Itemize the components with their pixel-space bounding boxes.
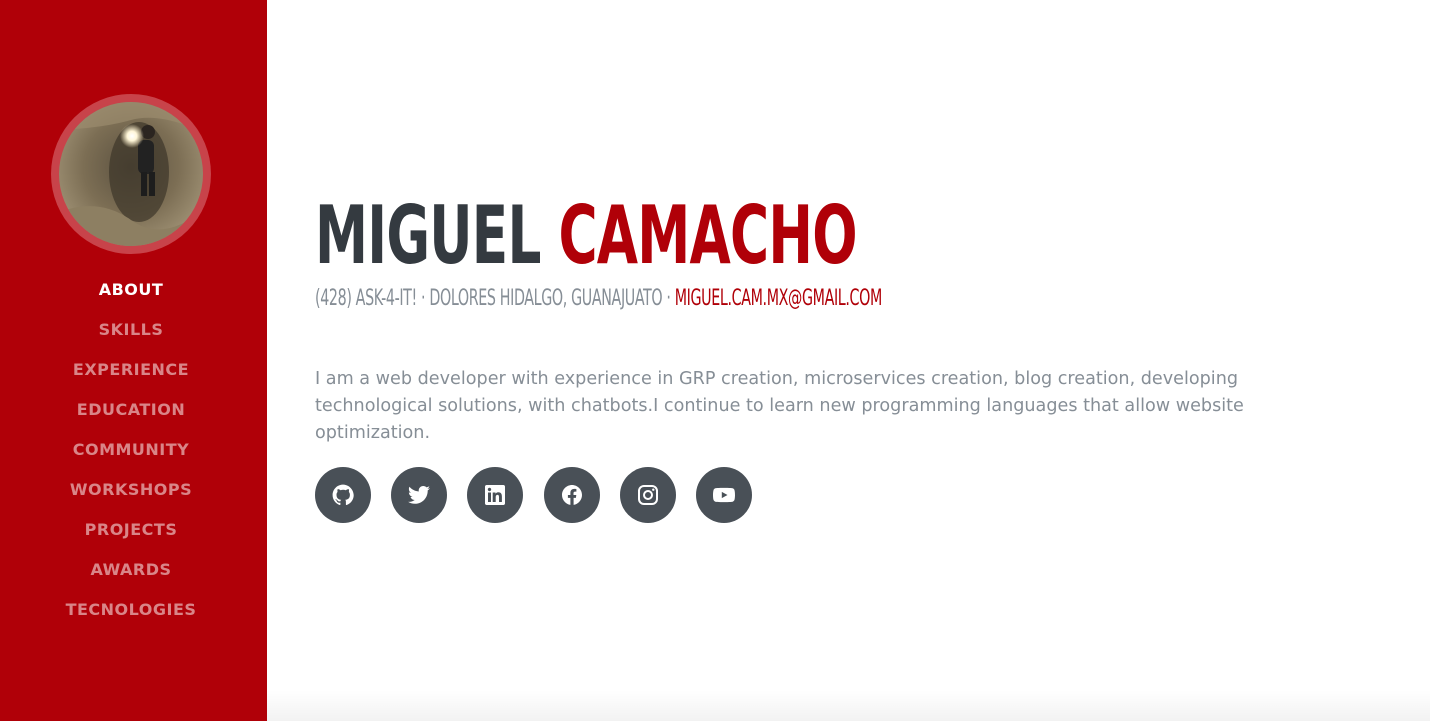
email-link[interactable]: MIGUEL.CAM.MX@GMAIL.COM xyxy=(675,286,883,311)
facebook-icon xyxy=(562,485,582,505)
avatar-photo xyxy=(59,102,203,246)
nav-item-skills[interactable]: SKILLS xyxy=(0,314,262,354)
separator: · xyxy=(416,286,430,311)
github-icon xyxy=(332,484,354,506)
sidebar: ABOUT SKILLS EXPERIENCE EDUCATION COMMUN… xyxy=(0,0,267,721)
location-text: DOLORES HIDALGO, GUANAJUATO xyxy=(429,286,663,311)
nav-item-awards[interactable]: AWARDS xyxy=(0,554,262,594)
nav-item-education[interactable]: EDUCATION xyxy=(0,394,262,434)
sidebar-nav: ABOUT SKILLS EXPERIENCE EDUCATION COMMUN… xyxy=(0,274,262,634)
nav-item-about[interactable]: ABOUT xyxy=(0,274,262,314)
first-name: MIGUEL xyxy=(315,189,541,282)
nav-item-workshops[interactable]: WORKSHOPS xyxy=(0,474,262,514)
linkedin-button[interactable] xyxy=(467,467,523,523)
twitter-button[interactable] xyxy=(391,467,447,523)
youtube-icon xyxy=(713,487,735,503)
instagram-icon xyxy=(638,485,658,505)
avatar-ring xyxy=(51,94,211,254)
last-name: CAMACHO xyxy=(558,189,857,282)
contact-line: (428) ASK-4-IT! · DOLORES HIDALGO, GUANA… xyxy=(315,285,882,313)
nav-item-projects[interactable]: PROJECTS xyxy=(0,514,262,554)
facebook-button[interactable] xyxy=(544,467,600,523)
separator: · xyxy=(662,286,675,311)
nav-item-experience[interactable]: EXPERIENCE xyxy=(0,354,262,394)
nav-item-tecnologies[interactable]: TECNOLOGIES xyxy=(0,594,262,634)
youtube-button[interactable] xyxy=(696,467,752,523)
bio-text: I am a web developer with experience in … xyxy=(315,369,1244,443)
linkedin-icon xyxy=(485,485,505,505)
avatar[interactable] xyxy=(59,102,203,246)
bottom-shadow xyxy=(267,690,1430,721)
phone-text: (428) ASK-4-IT! xyxy=(315,286,417,311)
instagram-button[interactable] xyxy=(620,467,676,523)
page-title: MIGUEL CAMACHO xyxy=(315,190,857,282)
github-button[interactable] xyxy=(315,467,371,523)
nav-item-community[interactable]: COMMUNITY xyxy=(0,434,262,474)
twitter-icon xyxy=(408,486,430,504)
